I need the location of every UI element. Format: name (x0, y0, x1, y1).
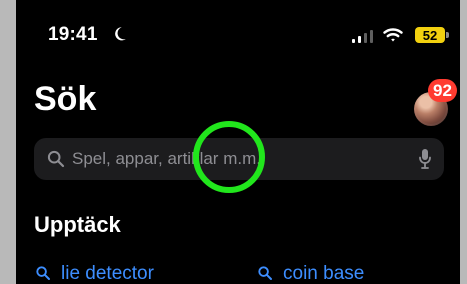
discover-item-lie-detector[interactable]: lie detector (35, 261, 154, 284)
status-time: 19:41 (48, 24, 98, 45)
page-title: Sök (34, 80, 97, 118)
search-input[interactable] (72, 138, 402, 180)
search-icon (47, 150, 65, 168)
battery-indicator: 52 (415, 27, 449, 43)
wifi-icon (383, 28, 403, 42)
notification-badge: 92 (428, 79, 457, 102)
discover-section-title: Upptäck (34, 212, 121, 237)
app-store-search-screen: 19:41 52 Sök 92 Spel, appar, artiklar m.… (16, 0, 460, 284)
signal-icon (352, 30, 373, 43)
status-bar: 19:41 52 (16, 0, 460, 70)
search-field[interactable] (34, 138, 444, 180)
search-icon (36, 266, 50, 280)
discover-item-coin-base[interactable]: coin base (257, 261, 364, 284)
search-icon (258, 266, 272, 280)
microphone-icon[interactable] (418, 148, 432, 170)
moon-icon (115, 27, 126, 41)
discover-item-label: lie detector (61, 262, 154, 284)
discover-item-label: coin base (283, 262, 365, 284)
